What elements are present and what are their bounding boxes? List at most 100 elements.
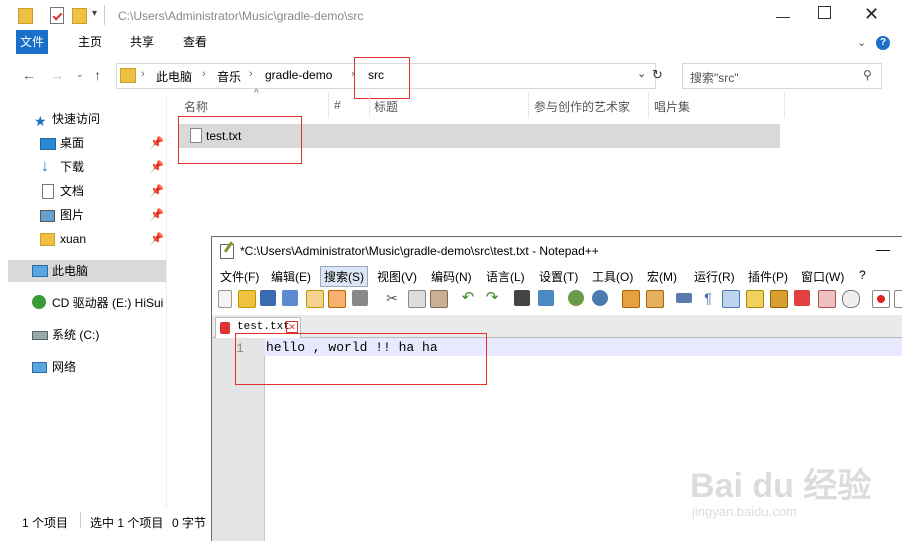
nav-item-xuan[interactable]: xuan 📌 (8, 228, 166, 250)
menu-window[interactable]: 窗口(W) (801, 268, 844, 285)
menu-plugins[interactable]: 插件(P) (748, 268, 788, 285)
up-arrow-icon[interactable]: ↑ (94, 67, 101, 83)
zoom-out-icon[interactable] (592, 290, 608, 306)
document-map-icon[interactable] (770, 290, 788, 308)
pin-icon[interactable]: 📌 (150, 228, 164, 250)
window-title: *C:\Users\Administrator\Music\gradle-dem… (240, 244, 599, 258)
column-title[interactable]: 标题 (374, 98, 398, 115)
nav-network[interactable]: 网络 (8, 356, 166, 378)
search-input[interactable]: 搜索"src" ⚲ (682, 63, 882, 89)
nav-item-documents[interactable]: 文档 📌 (8, 180, 166, 202)
download-arrow-icon: ↓ (41, 158, 49, 175)
nav-this-pc[interactable]: 此电脑 (8, 260, 166, 282)
help-icon[interactable]: ? (876, 36, 890, 50)
sync-vertical-icon[interactable] (622, 290, 640, 308)
open-file-icon[interactable] (238, 290, 256, 308)
menu-file[interactable]: 文件(F) (220, 268, 259, 285)
close-tab-icon[interactable]: ✕ (286, 321, 298, 333)
menu-macro[interactable]: 宏(M) (647, 268, 677, 285)
status-size: 0 字节 (172, 516, 207, 530)
column-divider[interactable] (528, 92, 529, 118)
breadcrumb-music[interactable]: 音乐 (217, 68, 241, 85)
menu-tools[interactable]: 工具(O) (592, 268, 633, 285)
minimize-button[interactable]: — (776, 8, 790, 24)
print-icon[interactable] (352, 290, 368, 306)
nav-item-downloads[interactable]: ↓ 下载 📌 (8, 156, 166, 178)
menu-language[interactable]: 语言(L) (486, 268, 525, 285)
column-divider[interactable] (648, 92, 649, 118)
chevron-down-icon[interactable]: ⌄ (857, 36, 866, 49)
stop-macro-icon[interactable] (894, 290, 902, 308)
function-list-icon[interactable] (794, 290, 810, 306)
maximize-button[interactable] (818, 6, 831, 19)
menu-search[interactable]: 搜索(S) (320, 266, 368, 287)
copy-icon[interactable] (408, 290, 426, 308)
column-number[interactable]: # (334, 98, 341, 112)
highlight-box (178, 116, 302, 164)
pin-icon[interactable]: 📌 (150, 180, 164, 202)
customize-dropdown-icon[interactable]: ▾ (92, 8, 97, 19)
nav-item-desktop[interactable]: 桌面 📌 (8, 132, 166, 154)
redo-icon[interactable]: ↷ (484, 290, 500, 306)
pin-icon[interactable]: 📌 (150, 156, 164, 178)
unsaved-file-icon (220, 322, 230, 334)
nav-cd-drive[interactable]: CD 驱动器 (E:) HiSui (8, 292, 166, 314)
new-file-icon[interactable] (218, 290, 232, 308)
column-divider[interactable] (369, 92, 370, 118)
new-folder-icon[interactable] (72, 8, 87, 24)
user-language-icon[interactable] (746, 290, 764, 308)
zoom-in-icon[interactable] (568, 290, 584, 306)
refresh-icon[interactable]: ↻ (652, 67, 663, 83)
nav-quick-access[interactable]: ★ 快速访问 (8, 108, 166, 130)
folder-workspace-icon[interactable] (818, 290, 836, 308)
menu-edit[interactable]: 编辑(E) (271, 268, 311, 285)
column-divider[interactable] (784, 92, 785, 118)
nav-system-drive[interactable]: 系统 (C:) (8, 324, 166, 346)
pin-icon[interactable]: 📌 (150, 204, 164, 226)
back-arrow-icon[interactable]: ← (22, 67, 36, 83)
nav-item-pictures[interactable]: 图片 📌 (8, 204, 166, 226)
breadcrumb-this-pc[interactable]: 此电脑 (156, 68, 192, 85)
paste-icon[interactable] (430, 290, 448, 308)
column-artist[interactable]: 参与创作的艺术家 (534, 98, 630, 115)
menu-bar: 文件(F) 编辑(E) 搜索(S) 视图(V) 编码(N) 语言(L) 设置(T… (212, 265, 902, 287)
minimize-button[interactable]: — (876, 241, 890, 257)
indent-guide-icon[interactable] (722, 290, 740, 308)
recent-dropdown-icon[interactable]: ⌄ (76, 69, 84, 80)
undo-icon[interactable]: ↶ (460, 290, 476, 306)
menu-view[interactable]: 视图(V) (377, 268, 417, 285)
menu-help[interactable]: ? (859, 268, 866, 282)
monitoring-icon[interactable] (842, 290, 860, 308)
breadcrumb-gradle-demo[interactable]: gradle-demo (265, 68, 332, 82)
folder-icon (120, 68, 136, 83)
save-all-icon[interactable] (282, 290, 298, 306)
breadcrumb-separator-icon: › (202, 68, 206, 80)
pin-icon[interactable]: 📌 (150, 132, 164, 154)
close-all-icon[interactable] (328, 290, 346, 308)
record-macro-icon[interactable] (872, 290, 890, 308)
address-dropdown-icon[interactable]: ⌄ (637, 67, 646, 80)
column-name[interactable]: 名称 (184, 98, 208, 115)
pane-divider[interactable] (166, 96, 167, 508)
properties-icon[interactable] (50, 7, 64, 24)
menu-settings[interactable]: 设置(T) (539, 268, 578, 285)
tab-share[interactable]: 共享 (118, 30, 166, 54)
tab-home[interactable]: 主页 (66, 30, 114, 54)
menu-run[interactable]: 运行(R) (694, 268, 735, 285)
close-button[interactable]: ✕ (864, 4, 879, 25)
word-wrap-icon[interactable] (676, 293, 692, 303)
replace-icon[interactable] (538, 290, 554, 306)
cut-icon[interactable]: ✂ (384, 290, 400, 306)
tab-view[interactable]: 查看 (171, 30, 219, 54)
forward-arrow-icon[interactable]: → (50, 67, 64, 83)
show-all-chars-icon[interactable]: ¶ (700, 290, 716, 306)
search-icon[interactable]: ⚲ (863, 68, 872, 82)
sync-horizontal-icon[interactable] (646, 290, 664, 308)
find-icon[interactable] (514, 290, 530, 306)
menu-encoding[interactable]: 编码(N) (431, 268, 472, 285)
save-icon[interactable] (260, 290, 276, 306)
close-file-icon[interactable] (306, 290, 324, 308)
column-album[interactable]: 唱片集 (654, 98, 690, 115)
column-divider[interactable] (328, 92, 329, 118)
tab-file[interactable]: 文件 (16, 30, 48, 54)
